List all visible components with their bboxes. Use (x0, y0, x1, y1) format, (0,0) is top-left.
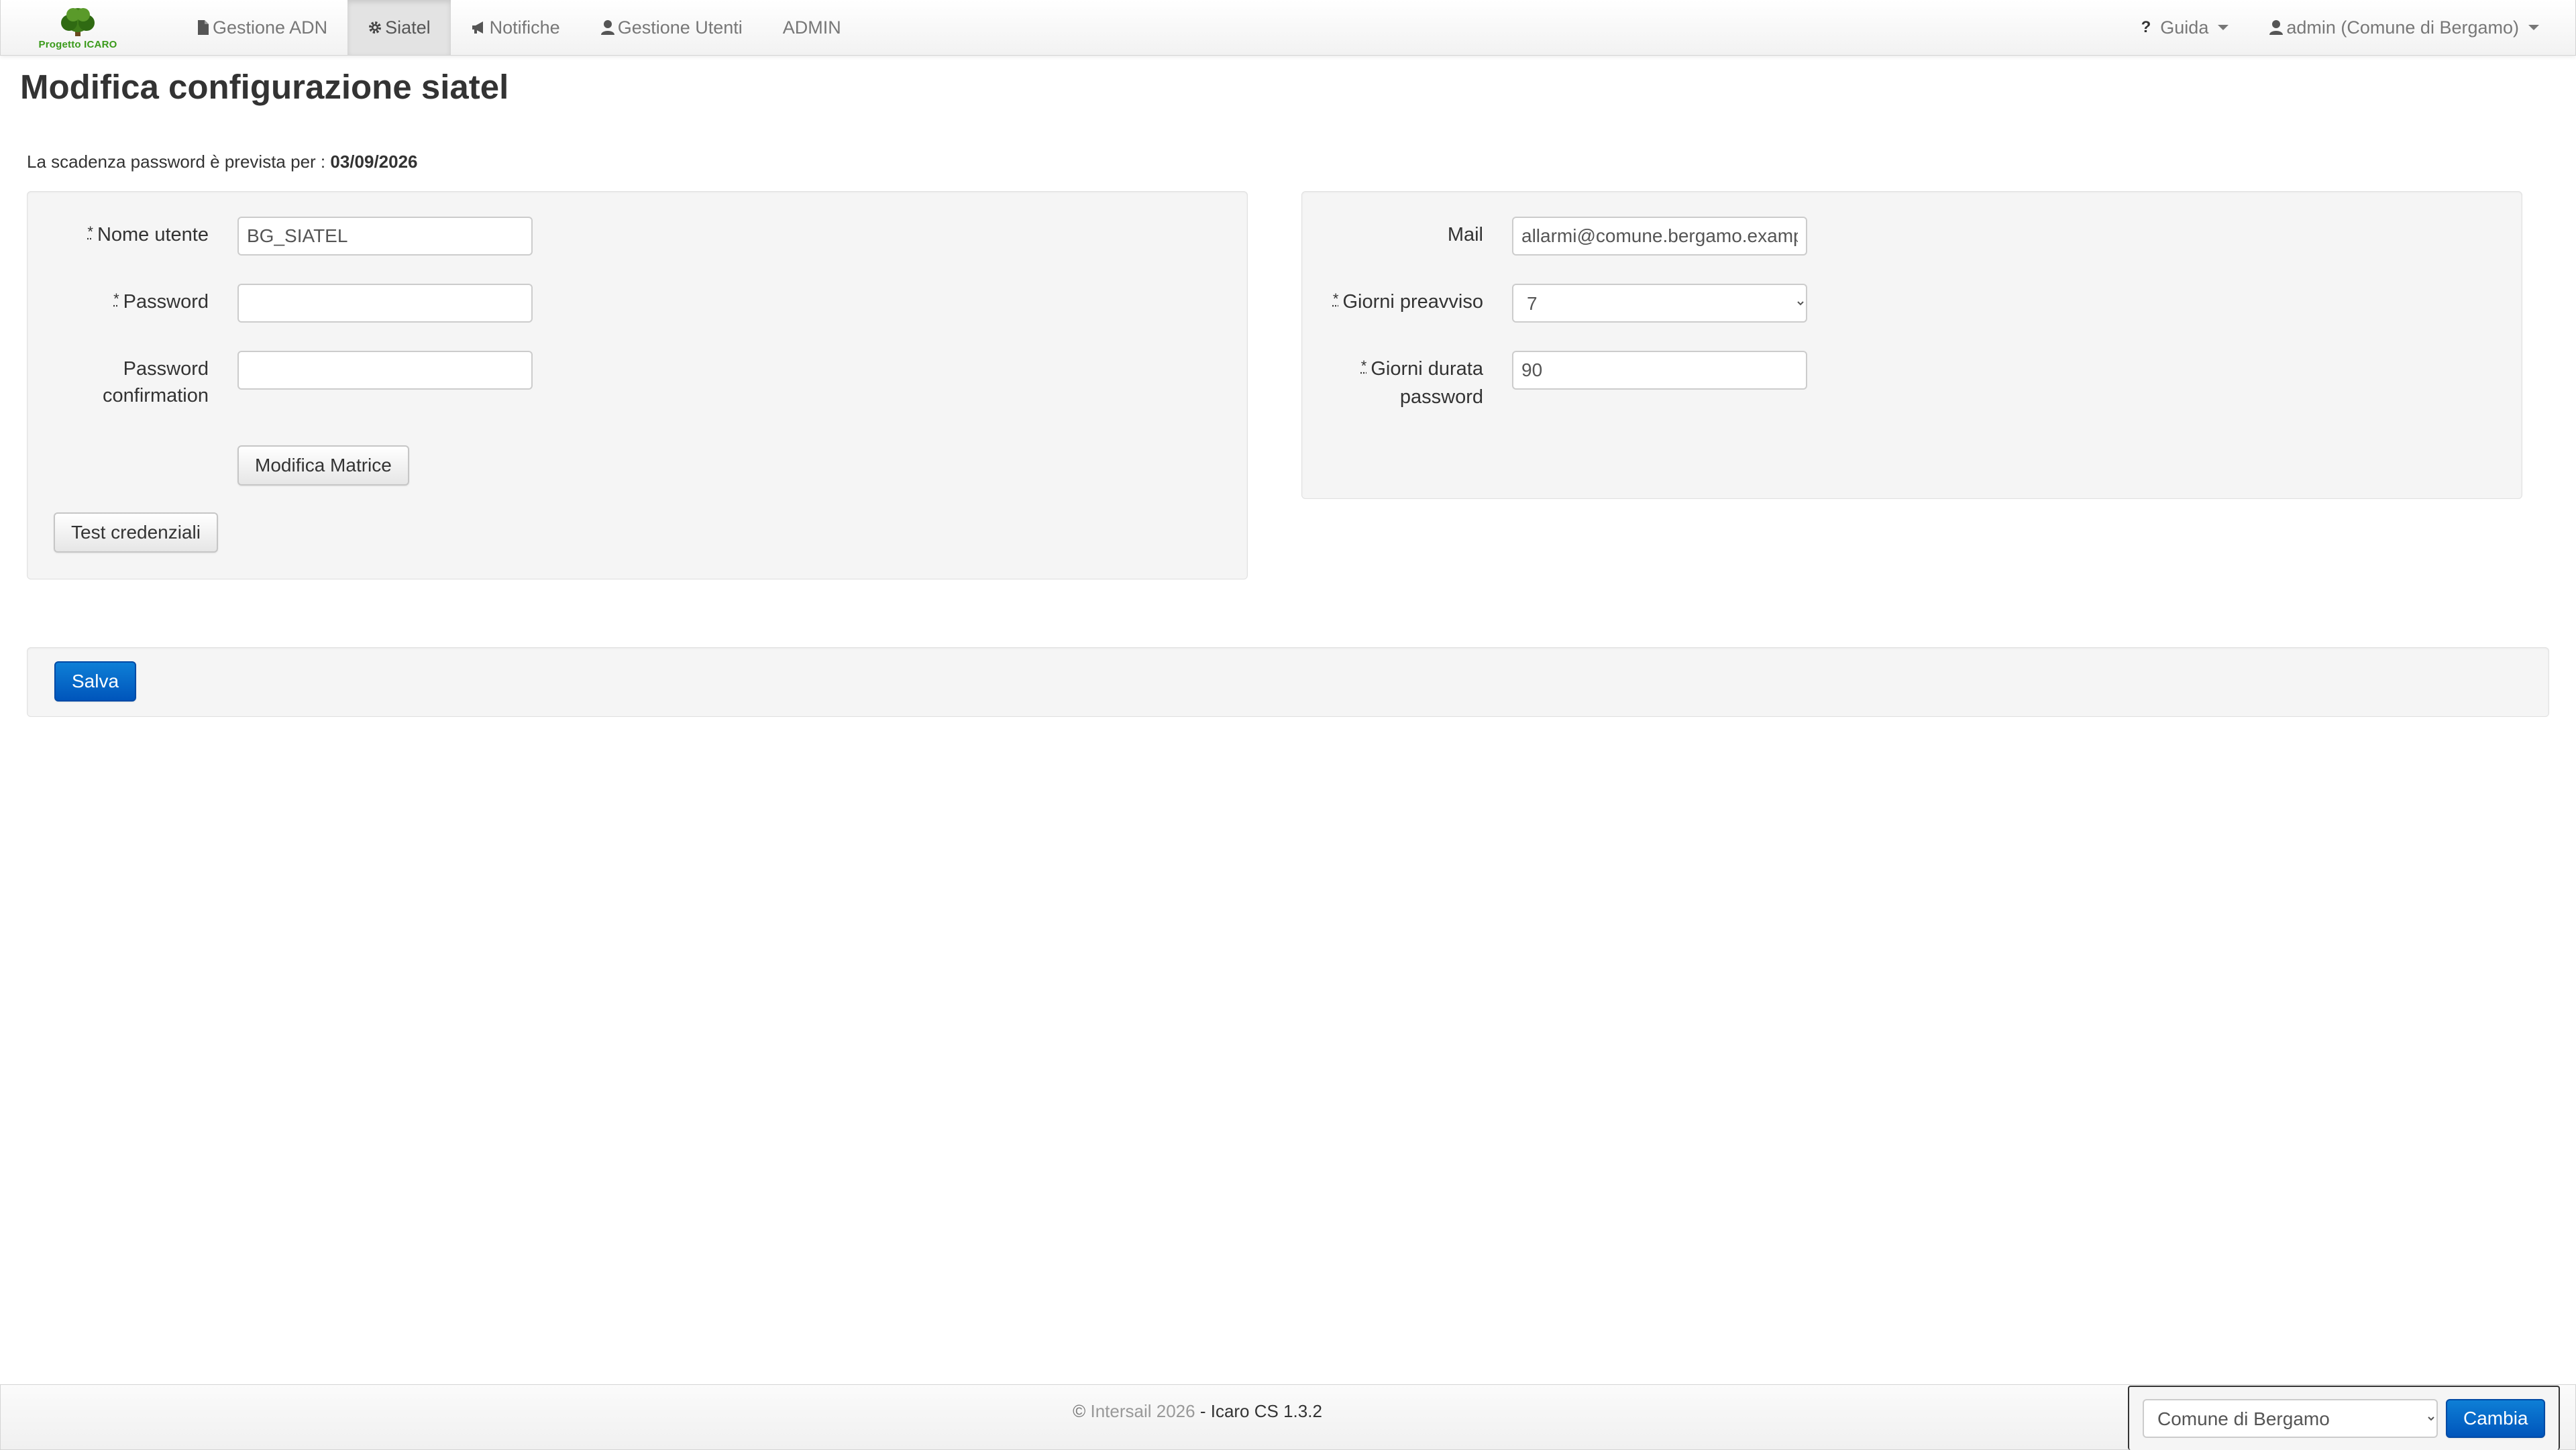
page-title: Modifica configurazione siatel (20, 68, 509, 106)
footer-text: © Intersail 2026 - Icaro CS 1.3.2 (1, 1401, 2394, 1422)
durata-label-line-2: password (1399, 386, 1483, 408)
user-icon (600, 20, 614, 35)
mail-input[interactable] (1512, 217, 1807, 256)
cambia-button[interactable]: Cambia (2446, 1399, 2546, 1438)
footer-separator: - (1199, 1401, 1206, 1421)
nav-item-gestione-adn[interactable]: Gestione ADN (176, 0, 347, 55)
password-confirmation-input[interactable] (237, 351, 533, 390)
username-label: * Nome utente (28, 221, 209, 249)
caret-down-icon (2218, 25, 2229, 30)
caret-down-icon (2528, 25, 2539, 30)
nav-label-notifiche: Notifiche (489, 17, 560, 38)
gear-icon (369, 21, 382, 34)
durata-label-line-1: * Giorni durata (1302, 355, 1483, 384)
required-marker: * (1360, 357, 1367, 374)
password-confirmation-label: Password confirmation (28, 355, 209, 409)
giorni-preavviso-label-text: Giorni preavviso (1342, 291, 1483, 313)
expiry-date: 03/09/2026 (330, 152, 418, 172)
notification-panel: Mail *Giorni preavviso 7 *Giorni durata … (1301, 191, 2522, 499)
help-label: Guida (2160, 17, 2209, 38)
giorni-preavviso-select[interactable]: 7 (1512, 284, 1807, 323)
nav-item-notifiche[interactable]: Notifiche (451, 0, 580, 55)
top-navbar: Progetto ICARO Gestione ADN Siatel Notif… (0, 0, 2576, 56)
giorni-durata-password-input[interactable] (1512, 351, 1807, 390)
password-label: * Password (28, 288, 209, 317)
copyright-symbol: © (1073, 1401, 1086, 1421)
required-marker: * (113, 290, 119, 307)
comune-select[interactable]: Comune di Bergamo (2143, 1399, 2438, 1438)
nav-item-gestione-utenti[interactable]: Gestione Utenti (580, 0, 763, 55)
user-menu[interactable]: admin (Comune di Bergamo) (2249, 0, 2559, 55)
main-nav: Gestione ADN Siatel Notifiche Gestione U… (176, 0, 861, 55)
credentials-panel: *Nome utente *Password Password confirma… (27, 191, 1248, 579)
nav-item-admin[interactable]: ADMIN (763, 0, 861, 55)
brand-logo[interactable]: Progetto ICARO (34, 5, 121, 52)
question-icon: ? (2141, 18, 2151, 36)
password-input[interactable] (237, 284, 533, 323)
nav-item-siatel[interactable]: Siatel (347, 0, 451, 55)
nav-label-siatel: Siatel (385, 17, 431, 38)
required-marker: * (1332, 290, 1339, 307)
nav-label-gestione-adn: Gestione ADN (213, 17, 328, 38)
giorni-preavviso-label: * Giorni preavviso (1302, 288, 1483, 317)
password-label-text: Password (123, 291, 209, 313)
giorni-durata-password-label: * Giorni durata password (1302, 355, 1483, 410)
nav-label-gestione-utenti: Gestione Utenti (617, 17, 743, 38)
mail-label: Mail (1302, 221, 1483, 248)
bullhorn-icon (472, 21, 483, 34)
nav-label-admin: ADMIN (782, 17, 841, 38)
username-input[interactable] (237, 217, 533, 256)
modifica-matrice-button[interactable]: Modifica Matrice (237, 445, 409, 486)
footer-product: Icaro CS 1.3.2 (1210, 1401, 1322, 1421)
mail-label-text: Mail (1447, 224, 1483, 245)
form-actions-bar: Salva (27, 647, 2549, 717)
password-expiry-notice: La scadenza password è prevista per : 03… (27, 152, 418, 172)
confirm-label-line-2: confirmation (103, 385, 209, 406)
durata-label-text-1: Giorni durata (1371, 358, 1483, 380)
user-icon (2269, 20, 2284, 35)
salva-button[interactable]: Salva (54, 661, 137, 702)
expiry-label: La scadenza password è prevista per : (27, 152, 326, 172)
footer-company-link[interactable]: Intersail 2026 (1090, 1401, 1195, 1421)
comune-switcher: Comune di Bergamo Cambia (2128, 1386, 2560, 1450)
right-nav: ? Guida admin (Comune di Bergamo) (2121, 0, 2559, 55)
help-menu[interactable]: ? Guida (2121, 0, 2249, 55)
tree-logo-icon (61, 8, 95, 36)
username-label-text: Nome utente (97, 224, 209, 245)
test-credenziali-button[interactable]: Test credenziali (54, 512, 218, 553)
file-icon (198, 20, 209, 35)
brand-text: Progetto ICARO (38, 39, 117, 50)
user-label: admin (Comune di Bergamo) (2286, 17, 2519, 38)
confirm-label-line-1: Password (123, 358, 209, 380)
required-marker: * (87, 223, 93, 240)
